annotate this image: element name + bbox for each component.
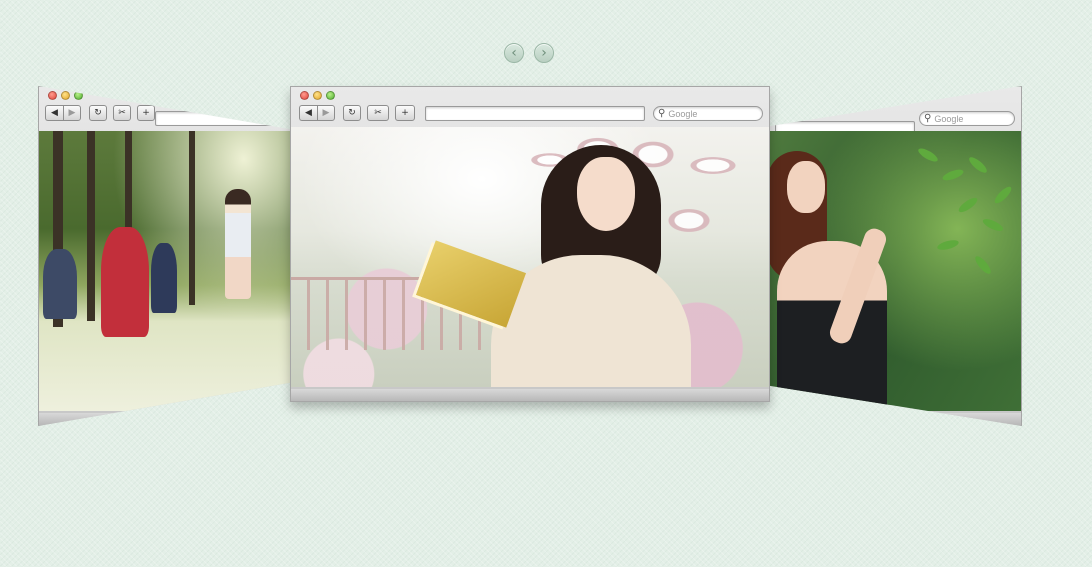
slide-photo xyxy=(767,131,1021,411)
browser-statusbar xyxy=(767,413,1021,425)
address-bar[interactable] xyxy=(425,106,645,121)
back-button[interactable]: ◀ xyxy=(45,105,63,121)
plus-icon: + xyxy=(401,108,409,118)
back-button[interactable]: ◀ xyxy=(299,105,317,121)
snapshot-icon: ✂ xyxy=(118,108,126,118)
search-field[interactable]: ⚲ Google xyxy=(919,111,1015,126)
slide-photo xyxy=(39,131,295,411)
zoom-window-icon[interactable] xyxy=(326,91,335,100)
snapshot-button[interactable]: ✂ xyxy=(113,105,131,121)
reload-button[interactable]: ↻ xyxy=(89,105,107,121)
search-placeholder: Google xyxy=(934,113,964,124)
slide-photo xyxy=(291,127,769,387)
add-tab-button[interactable]: + xyxy=(137,105,155,121)
browser-statusbar xyxy=(291,389,769,401)
reload-icon: ↻ xyxy=(348,108,356,118)
slide-right[interactable]: ⚲ Google xyxy=(766,86,1022,426)
carousel-stage: ◀ ▶ ↻ ✂ + ⚲ Google ◀ ▶ ↻ ✂ + ⚲ Google xyxy=(0,0,1092,567)
minimize-window-icon[interactable] xyxy=(61,91,70,100)
park-photo xyxy=(39,131,295,411)
browser-toolbar: ◀ ▶ ↻ ✂ + ⚲ Google xyxy=(291,87,769,127)
forward-button[interactable]: ▶ xyxy=(63,105,81,121)
reload-button[interactable]: ↻ xyxy=(343,105,361,121)
slide-left[interactable]: ◀ ▶ ↻ ✂ + xyxy=(38,86,296,426)
back-icon: ◀ xyxy=(51,108,58,118)
search-icon: ⚲ xyxy=(924,113,932,124)
search-field[interactable]: ⚲ Google xyxy=(653,106,763,121)
browser-toolbar: ◀ ▶ ↻ ✂ + xyxy=(39,87,296,127)
back-icon: ◀ xyxy=(305,108,312,118)
zoom-window-icon[interactable] xyxy=(74,91,83,100)
close-window-icon[interactable] xyxy=(300,91,309,100)
slide-center[interactable]: ◀ ▶ ↻ ✂ + ⚲ Google xyxy=(290,86,770,402)
leaves-photo xyxy=(767,131,1021,411)
snapshot-button[interactable]: ✂ xyxy=(367,105,389,121)
forward-icon: ▶ xyxy=(322,108,330,118)
window-controls xyxy=(48,91,83,100)
window-controls xyxy=(300,91,335,100)
close-window-icon[interactable] xyxy=(48,91,57,100)
add-tab-button[interactable]: + xyxy=(395,105,415,121)
search-icon: ⚲ xyxy=(658,108,666,119)
browser-toolbar: ⚲ Google xyxy=(767,87,1021,136)
search-placeholder: Google xyxy=(668,108,698,119)
address-bar[interactable] xyxy=(155,111,296,126)
flowers-photo xyxy=(291,127,769,387)
forward-icon: ▶ xyxy=(68,108,76,118)
forward-button[interactable]: ▶ xyxy=(317,105,335,121)
minimize-window-icon[interactable] xyxy=(313,91,322,100)
plus-icon: + xyxy=(142,108,150,118)
reload-icon: ↻ xyxy=(94,108,102,118)
snapshot-icon: ✂ xyxy=(374,108,382,118)
browser-statusbar xyxy=(39,413,295,425)
